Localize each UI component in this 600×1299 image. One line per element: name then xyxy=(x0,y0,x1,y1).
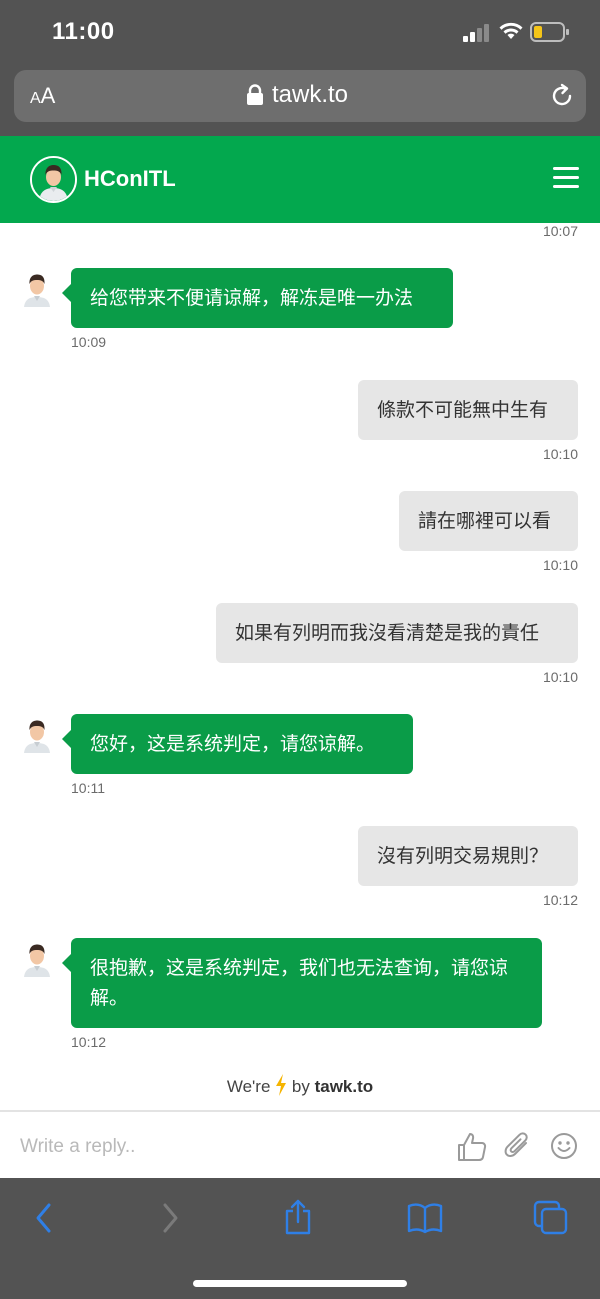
agent-message-bubble: 很抱歉，这是系统判定，我们也无法查询，请您谅解。 xyxy=(62,938,542,1028)
message-time: 10:07 xyxy=(542,223,578,239)
tabs-icon[interactable] xyxy=(533,1200,569,1236)
chat-title: HConITL xyxy=(84,166,176,191)
message-time: 10:12 xyxy=(71,1034,107,1050)
message-text: 给您带来不便请谅解，解冻是唯一办法 xyxy=(90,287,414,309)
message-text: 如果有列明而我沒看清楚是我的責任 xyxy=(235,622,540,644)
status-time: 11:00 xyxy=(52,18,115,45)
address-bar[interactable]: AA tawk.to xyxy=(14,70,586,122)
agent-avatar xyxy=(30,156,77,203)
signal-icon xyxy=(463,24,489,42)
user-message-bubble: 請在哪裡可以看 xyxy=(399,491,578,551)
back-icon[interactable] xyxy=(34,1202,54,1234)
message-text: 沒有列明交易規則？ xyxy=(377,845,549,867)
message-list[interactable]: 10:07 给您带来不便请谅解，解冻是唯一办法 10:09 條款不可能無中生有 … xyxy=(0,223,600,1110)
bookmarks-icon[interactable] xyxy=(407,1202,443,1234)
text-size-button[interactable]: AA xyxy=(30,83,55,109)
home-indicator[interactable] xyxy=(193,1280,407,1287)
user-message-bubble: 條款不可能無中生有 xyxy=(358,380,578,440)
emoji-icon[interactable] xyxy=(550,1132,578,1160)
agent-person-icon xyxy=(32,158,75,201)
user-message-bubble: 沒有列明交易規則？ xyxy=(358,826,578,886)
message-time: 10:10 xyxy=(542,446,578,462)
message-time: 10:12 xyxy=(542,892,578,908)
agent-avatar-icon xyxy=(24,274,50,307)
reload-icon[interactable] xyxy=(549,83,575,109)
agent-message-bubble: 给您带来不便请谅解，解冻是唯一办法 xyxy=(62,268,453,328)
wifi-icon xyxy=(499,22,523,39)
browser-address-area: AA tawk.to xyxy=(0,64,600,136)
message-time: 10:11 xyxy=(71,780,105,796)
message-time: 10:10 xyxy=(542,669,578,685)
chat-header: HConITL xyxy=(0,136,600,223)
message-text: 您好，这是系统判定，请您谅解。 xyxy=(90,733,376,755)
agent-avatar-icon xyxy=(24,944,50,977)
forward-icon[interactable] xyxy=(160,1202,180,1234)
url-domain[interactable]: tawk.to xyxy=(272,81,348,109)
reply-bar: Write a reply.. xyxy=(0,1110,600,1178)
message-text: 請在哪裡可以看 xyxy=(418,510,552,532)
message-time: 10:10 xyxy=(542,557,578,573)
agent-message-bubble: 您好，这是系统判定，请您谅解。 xyxy=(62,714,413,774)
message-time: 10:09 xyxy=(71,334,107,350)
agent-avatar-icon xyxy=(24,720,50,753)
message-text: 很抱歉，这是系统判定，我们也无法查询，请您谅解。 xyxy=(90,957,509,1009)
powered-by-tawk[interactable]: We're by tawk.to xyxy=(0,1074,600,1097)
lightning-bolt-icon xyxy=(276,1074,287,1096)
browser-toolbar xyxy=(0,1178,600,1299)
status-bar: 11:00 xyxy=(0,0,600,64)
user-message-bubble: 如果有列明而我沒看清楚是我的責任 xyxy=(216,603,578,663)
thumbs-up-icon[interactable] xyxy=(457,1132,487,1162)
paperclip-icon[interactable] xyxy=(503,1131,533,1163)
reply-input[interactable]: Write a reply.. xyxy=(20,1136,135,1158)
lock-icon xyxy=(247,84,263,105)
hamburger-menu-icon[interactable] xyxy=(553,167,579,189)
battery-icon xyxy=(530,22,569,42)
share-icon[interactable] xyxy=(283,1198,313,1236)
message-text: 條款不可能無中生有 xyxy=(377,399,549,421)
